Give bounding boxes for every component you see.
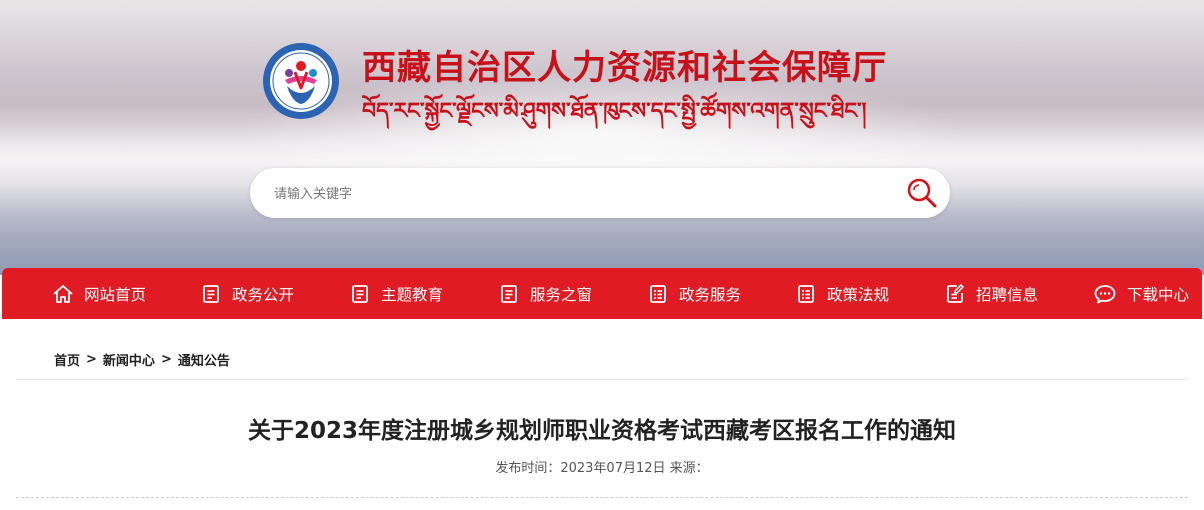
breadcrumb-news-center-link[interactable]: 新闻中心 [103, 350, 155, 369]
breadcrumb-home-link[interactable]: 首页 [54, 350, 80, 369]
nav-item-label: 政策法规 [827, 285, 890, 304]
nav-item-label: 服务之窗 [530, 285, 593, 304]
nav-item-policies[interactable]: 政策法规 [795, 268, 889, 319]
nav-item-home[interactable]: 网站首页 [52, 268, 146, 319]
document-icon [501, 284, 517, 303]
divider [16, 379, 1188, 380]
nav-item-service-window[interactable]: 服务之窗 [498, 268, 592, 319]
hrss-emblem-icon [263, 43, 339, 119]
article-meta: 发布时间：2023年07月12日 来源： [495, 461, 709, 476]
site-title: 西藏自治区人力资源和社会保障厅 [362, 48, 887, 88]
home-icon [53, 284, 73, 303]
nav-item-label: 下载中心 [1127, 285, 1190, 304]
nav-item-recruitment[interactable]: 招聘信息 [944, 268, 1038, 319]
nav-item-theme-education[interactable]: 主题教育 [349, 268, 443, 319]
nav-item-government-services[interactable]: 政务服务 [647, 268, 741, 319]
breadcrumb-separator: > [86, 352, 97, 367]
article-container: 首页 > 新闻中心 > 通知公告 关于2023年度注册城乡规划师职业资格考试西藏… [2, 319, 1202, 510]
nav-item-government-affairs[interactable]: 政务公开 [200, 268, 294, 319]
breadcrumb: 首页 > 新闻中心 > 通知公告 [54, 350, 230, 369]
document-icon [352, 284, 368, 303]
edit-document-icon [947, 283, 964, 303]
nav-item-downloads[interactable]: 下载中心 [1093, 268, 1189, 319]
chat-icon [1094, 284, 1116, 303]
breadcrumb-separator: > [160, 352, 172, 367]
nav-item-label: 政务服务 [679, 285, 742, 304]
nav-item-label: 网站首页 [84, 285, 147, 304]
site-subtitle-tibetan: བོད་རང་སྐྱོང་ལྗོངས་མི་ཤུགས་ཐོན་ཁུངས་དང་ས… [362, 99, 867, 124]
article-title: 关于2023年度注册城乡规划师职业资格考试西藏考区报名工作的通知 [247, 418, 956, 444]
checklist-icon [798, 284, 814, 303]
checklist-icon [650, 284, 666, 303]
main-nav: 网站首页 政务公开 主题教育 服务之窗 政务服务 政策法规 招聘信息 下载中心 [2, 268, 1202, 319]
nav-item-label: 政务公开 [232, 285, 295, 304]
breadcrumb-notices-link[interactable]: 通知公告 [178, 350, 230, 369]
nav-item-label: 主题教育 [381, 285, 444, 304]
document-icon [203, 284, 219, 303]
search-input[interactable] [272, 180, 876, 208]
nav-item-label: 招聘信息 [976, 285, 1039, 304]
divider [16, 497, 1188, 498]
search-bar [250, 168, 950, 218]
search-icon[interactable] [904, 175, 940, 211]
